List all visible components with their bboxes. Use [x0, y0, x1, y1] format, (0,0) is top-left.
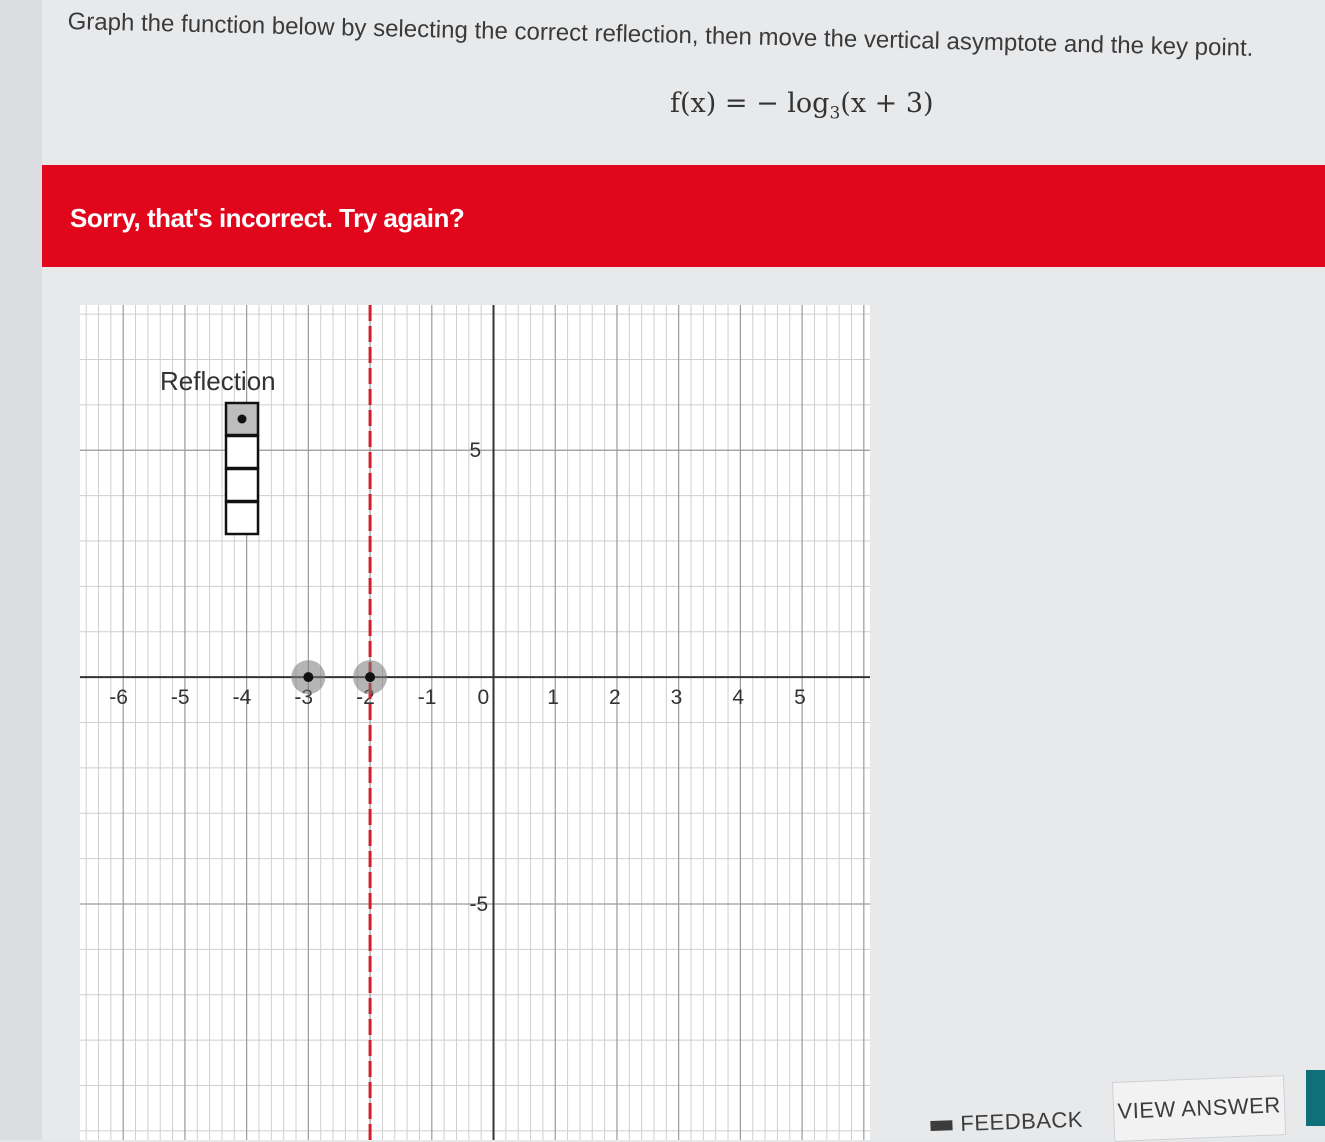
function-formula: f(x) = − log3(x + 3): [670, 88, 934, 123]
formula-lhs: f(x) = − log: [670, 88, 830, 119]
feedback-button[interactable]: FEEDBACK: [930, 1106, 1091, 1140]
reflection-option-box[interactable]: [224, 434, 260, 470]
feedback-icon: [930, 1120, 953, 1132]
feedback-banner: Sorry, that's incorrect. Try again?: [42, 165, 1325, 267]
x-tick-label: 4: [732, 686, 744, 709]
x-tick-label: -5: [171, 686, 190, 709]
x-tick-label: 2: [609, 686, 621, 709]
reflection-option-box[interactable]: [224, 500, 260, 536]
reflection-label: Reflection: [160, 366, 276, 396]
feedback-message: Sorry, that's incorrect. Try again?: [70, 203, 465, 233]
x-tick-label: 1: [547, 686, 559, 709]
formula-base: 3: [829, 103, 841, 124]
x-tick-label: 5: [794, 686, 806, 709]
view-answer-label: VIEW ANSWER: [1117, 1092, 1282, 1124]
y-tick-label: -5: [470, 893, 489, 916]
formula-arg: (x + 3): [840, 88, 934, 119]
x-tick-label: 0: [478, 686, 490, 709]
reflection-option-4[interactable]: [224, 500, 260, 536]
feedback-button-label: FEEDBACK: [959, 1106, 1084, 1136]
reflection-option-3[interactable]: [224, 467, 260, 503]
graph-area[interactable]: -6 -5 -4 -3 -2 -1 0 1 2 3 4 5 5 -5 Reflection: [80, 305, 870, 1140]
key-point-handle[interactable]: [353, 660, 388, 695]
view-answer-button[interactable]: VIEW ANSWER: [1112, 1075, 1287, 1142]
key-point-dot: [303, 672, 314, 683]
x-tick-label: 3: [671, 686, 683, 709]
y-tick-label: 5: [470, 439, 482, 462]
left-margin: [0, 0, 43, 1140]
key-point-dot: [365, 672, 376, 683]
reflection-option-2[interactable]: [224, 434, 260, 470]
reflection-option-box[interactable]: [224, 467, 260, 503]
x-tick-label: -4: [233, 686, 252, 709]
coordinate-graph[interactable]: -6 -5 -4 -3 -2 -1 0 1 2 3 4 55-5 Reflection: [80, 305, 870, 1140]
key-point-handle[interactable]: [291, 660, 326, 695]
x-tick-label: -1: [418, 686, 437, 709]
reflection-option-1[interactable]: [224, 401, 260, 437]
selected-dot-icon: [237, 414, 247, 424]
submit-button[interactable]: [1306, 1070, 1325, 1126]
x-tick-label: -6: [109, 686, 128, 709]
